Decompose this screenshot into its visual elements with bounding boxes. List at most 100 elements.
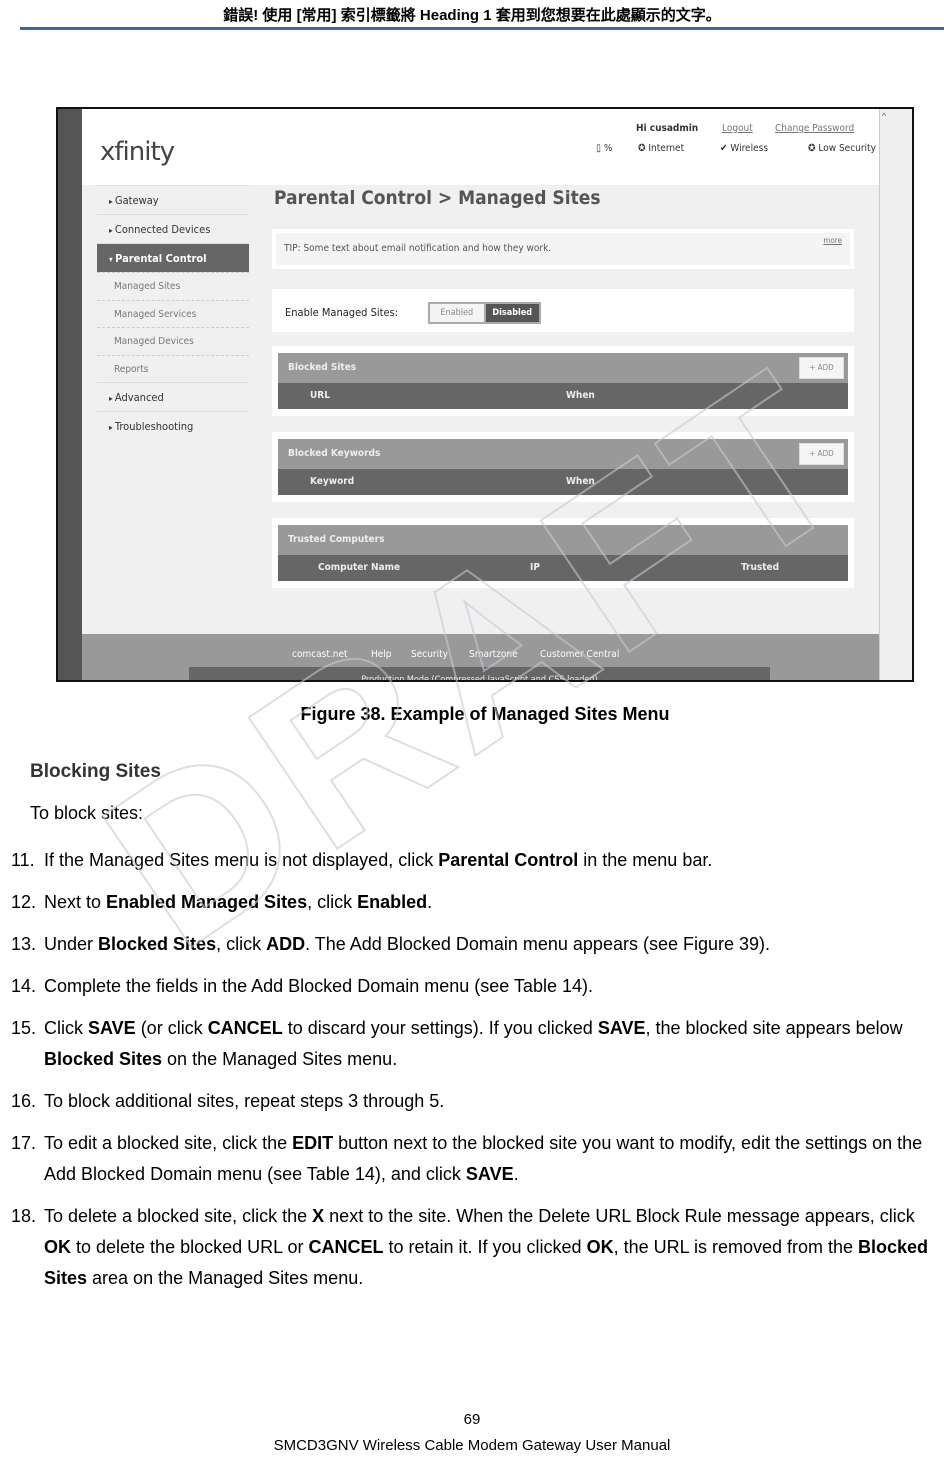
status-label: Wireless: [730, 143, 769, 154]
footer-link[interactable]: Smartzone: [469, 649, 518, 660]
step-number: 16.: [11, 1091, 37, 1111]
header-rule: [20, 27, 944, 30]
step-text: on the Managed Sites menu.: [162, 1049, 398, 1069]
panel-title: Blocked Keywords: [288, 448, 381, 459]
page-header: 錯誤! 使用 [常用] 索引標籤將 Heading 1 套用到您想要在此處顯示的…: [223, 7, 721, 24]
sidebar-item[interactable]: ▸ Advanced: [97, 382, 249, 411]
panel-header: Blocked Keywords + ADD: [278, 439, 848, 469]
change-password-link[interactable]: Change Password: [775, 123, 854, 134]
figure-screenshot: xfinity Hi cusadmin Logout Change Passwo…: [56, 107, 914, 682]
enabled-option[interactable]: Enabled: [430, 304, 484, 322]
battery-percent: %: [603, 143, 613, 154]
sidebar-item[interactable]: Managed Services: [97, 299, 249, 327]
sidebar-item[interactable]: ▸ Troubleshooting: [97, 411, 249, 440]
app-header: xfinity Hi cusadmin Logout Change Passwo…: [82, 109, 879, 185]
bold-term: Blocked Sites: [98, 934, 217, 954]
step-text: area on the Managed Sites menu.: [87, 1268, 364, 1288]
internet-status: ✪ Internet: [638, 143, 684, 154]
bold-term: Enabled Managed Sites: [106, 892, 308, 912]
footer-link[interactable]: Customer Central: [540, 649, 619, 660]
status-icon: ✪: [638, 143, 646, 154]
sidebar-item-label: Managed Devices: [114, 336, 194, 347]
bold-term: OK: [586, 1237, 614, 1257]
step-number: 17.: [11, 1133, 37, 1153]
sidebar-item[interactable]: Managed Devices: [97, 327, 249, 354]
wireless-status: ✔ Wireless: [720, 143, 768, 154]
xfinity-logo: xfinity: [100, 137, 175, 167]
step-item: 16. To block additional sites, repeat ste…: [0, 1086, 944, 1117]
step-text: Under: [44, 934, 99, 954]
sidebar-item[interactable]: ▾ Parental Control: [97, 243, 249, 272]
gateway-app: xfinity Hi cusadmin Logout Change Passwo…: [82, 109, 879, 680]
sidebar-item-label: Troubleshooting: [114, 420, 194, 433]
step-item: 15. Click SAVE (or click CANCEL to discar…: [0, 1013, 944, 1075]
scroll-up-icon[interactable]: ^: [882, 111, 894, 123]
add-button[interactable]: + ADD: [799, 357, 844, 379]
page-title: Parental Control > Managed Sites: [274, 187, 601, 209]
step-text: , the URL is removed from the: [613, 1237, 859, 1257]
bold-term: Enabled: [357, 892, 428, 912]
sidebar-item-label: Reports: [114, 363, 149, 375]
step-number: 15.: [11, 1018, 37, 1038]
scrollbar[interactable]: ^: [879, 109, 912, 680]
step-item: 17. To edit a blocked site, click the EDI…: [0, 1128, 944, 1190]
trusted-computers-panel: Trusted Computers Computer Name IP Trusted: [272, 518, 854, 588]
sidebar-item[interactable]: ▸ Gateway: [97, 185, 249, 214]
step-text: If the Managed Sites menu is not display…: [44, 850, 439, 870]
step-text: .: [513, 1164, 519, 1184]
column-header: IP: [530, 562, 540, 573]
security-status: ✪ Low Security: [808, 143, 876, 154]
step-text: (or click: [135, 1018, 208, 1038]
enable-box: Enable Managed Sites: Enabled Disabled: [272, 289, 854, 332]
panel-header: Trusted Computers: [278, 525, 848, 555]
footer-link[interactable]: Help: [371, 649, 392, 660]
section-heading: Blocking Sites: [30, 761, 161, 782]
bold-term: X: [312, 1206, 325, 1226]
bold-term: ADD: [266, 934, 306, 954]
tip-box: TIP: Some text about email notification …: [272, 229, 854, 269]
status-icon: ✪: [808, 143, 816, 154]
more-link[interactable]: more: [823, 236, 842, 245]
column-header-row: Keyword When: [278, 469, 848, 495]
greeting: Hi cusadmin: [636, 123, 699, 134]
figure-caption: Figure 38. Example of Managed Sites Menu: [300, 704, 670, 724]
disabled-option[interactable]: Disabled: [485, 304, 539, 322]
enable-label: Enable Managed Sites:: [285, 306, 399, 319]
sidebar-item-label: Gateway: [114, 194, 159, 207]
column-header-row: URL When: [278, 383, 848, 409]
step-item: 11. If the Managed Sites menu is not disp…: [0, 845, 944, 876]
step-item: 18. To delete a blocked site, click the X…: [0, 1201, 944, 1294]
step-item: 14. Complete the fields in the Add Blocke…: [0, 971, 944, 1002]
sidebar-item[interactable]: Managed Sites: [97, 272, 249, 299]
bold-term: SAVE: [465, 1164, 514, 1184]
footer-link[interactable]: Security: [411, 649, 448, 660]
sidebar-item[interactable]: Reports: [97, 354, 249, 382]
step-item: 12. Next to Enabled Managed Sites, click …: [0, 887, 944, 918]
bold-term: EDIT: [292, 1133, 334, 1153]
sidebar-item-label: Parental Control: [115, 252, 207, 265]
add-button[interactable]: + ADD: [799, 443, 844, 465]
step-text: next to the site. When the Delete URL Bl…: [324, 1206, 915, 1226]
step-text: to retain it. If you clicked: [383, 1237, 587, 1257]
footer-link[interactable]: comcast.net: [292, 649, 348, 660]
enable-toggle[interactable]: Enabled Disabled: [428, 302, 541, 324]
sidebar-item[interactable]: ▸ Connected Devices: [97, 214, 249, 243]
blocked-sites-panel: Blocked Sites + ADD URL When: [272, 346, 854, 416]
logout-link[interactable]: Logout: [722, 123, 753, 134]
bold-term: Blocked Sites: [44, 1049, 163, 1069]
sidebar-item-label: Managed Services: [114, 308, 197, 320]
column-header: Computer Name: [318, 562, 401, 573]
column-header: When: [566, 476, 595, 487]
step-number: 14.: [11, 976, 37, 996]
step-text: , click: [216, 934, 267, 954]
sidebar-item-label: Advanced: [114, 391, 164, 404]
step-text: Next to: [44, 892, 107, 912]
column-header-row: Computer Name IP Trusted: [278, 555, 848, 581]
column-header: When: [566, 390, 595, 401]
step-number: 13.: [11, 934, 37, 954]
step-text: , the blocked site appears below: [645, 1018, 903, 1038]
footer-note: Production Mode (Compressed JavaScript a…: [189, 667, 770, 680]
step-number: 11.: [11, 850, 35, 870]
intro-text: To block sites:: [30, 803, 144, 823]
status-label: Internet: [648, 143, 685, 154]
